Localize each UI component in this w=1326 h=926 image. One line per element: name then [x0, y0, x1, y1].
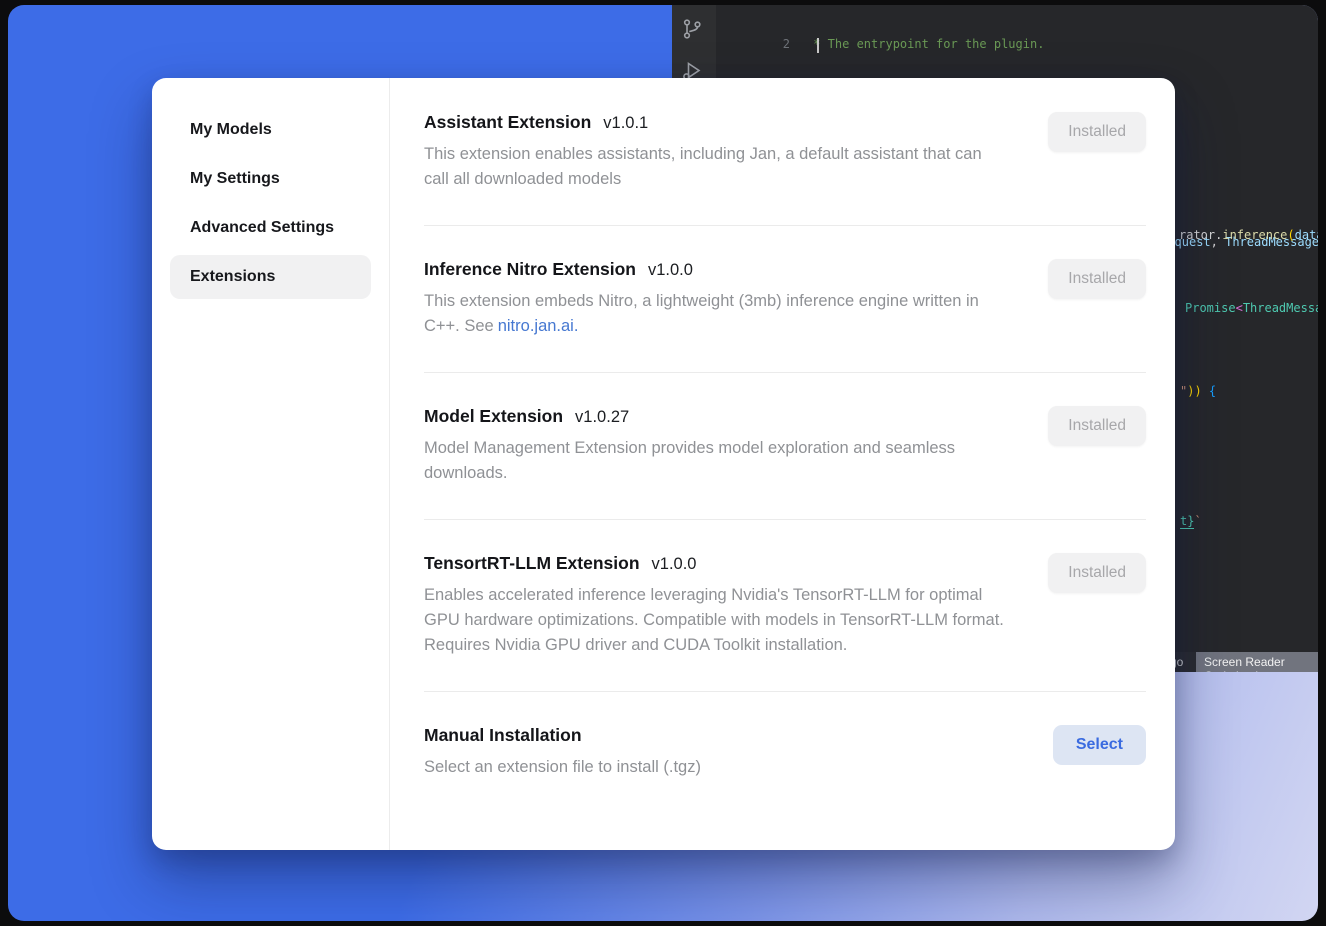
- extension-row-inference-nitro: Inference Nitro Extension v1.0.0 This ex…: [424, 226, 1146, 373]
- sidebar-item-advanced-settings[interactable]: Advanced Settings: [170, 206, 371, 250]
- sidebar-item-label: My Models: [190, 121, 272, 139]
- extension-title: TensortRT-LLM Extension: [424, 553, 640, 574]
- nitro-link[interactable]: nitro.jan.ai.: [498, 317, 579, 335]
- installed-button[interactable]: Installed: [1048, 553, 1146, 593]
- extension-description: This extension enables assistants, inclu…: [424, 142, 1004, 192]
- select-file-button[interactable]: Select: [1053, 725, 1146, 765]
- sidebar-item-my-models[interactable]: My Models: [170, 108, 371, 152]
- installed-button[interactable]: Installed: [1048, 259, 1146, 299]
- text-cursor: [817, 38, 819, 53]
- app-window: 2 * The entrypoint for the plugin. 3 */ …: [8, 5, 1318, 921]
- sidebar-item-label: Advanced Settings: [190, 219, 334, 237]
- extension-description: This extension embeds Nitro, a lightweig…: [424, 289, 999, 339]
- settings-modal: My Models My Settings Advanced Settings …: [152, 78, 1175, 850]
- extension-description: Model Management Extension provides mode…: [424, 436, 959, 486]
- extension-title: Assistant Extension: [424, 112, 591, 133]
- manual-installation-title: Manual Installation: [424, 725, 582, 746]
- code-fragment-template-end: t}`: [1180, 514, 1202, 528]
- sidebar-item-label: Extensions: [190, 268, 275, 286]
- sidebar-item-my-settings[interactable]: My Settings: [170, 157, 371, 201]
- extension-version: v1.0.0: [648, 261, 693, 280]
- settings-sidebar: My Models My Settings Advanced Settings …: [152, 78, 390, 850]
- code-fragment-braces: ")) {: [1180, 384, 1216, 398]
- sidebar-item-extensions[interactable]: Extensions: [170, 255, 371, 299]
- extensions-list: Assistant Extension v1.0.1 This extensio…: [390, 78, 1175, 850]
- installed-button[interactable]: Installed: [1048, 406, 1146, 446]
- extension-title: Inference Nitro Extension: [424, 259, 636, 280]
- extension-version: v1.0.1: [603, 114, 648, 133]
- code-fragment-inference: rator.inference(data));: [1179, 228, 1318, 242]
- installed-button[interactable]: Installed: [1048, 112, 1146, 152]
- sidebar-item-label: My Settings: [190, 170, 280, 188]
- screen-reader-badge[interactable]: Screen Reader Optimized: [1196, 652, 1318, 672]
- manual-installation-row: Manual Installation Select an extension …: [424, 692, 1146, 813]
- git-branch-icon[interactable]: [680, 17, 704, 41]
- extension-row-model: Model Extension v1.0.27 Model Management…: [424, 373, 1146, 520]
- extension-version: v1.0.27: [575, 408, 629, 427]
- extension-version: v1.0.0: [652, 555, 697, 574]
- line-number: 2: [716, 36, 806, 53]
- extension-row-tensorrt-llm: TensortRT-LLM Extension v1.0.0 Enables a…: [424, 520, 1146, 692]
- screenshot: 2 * The entrypoint for the plugin. 3 */ …: [0, 0, 1326, 926]
- extension-description: Enables accelerated inference leveraging…: [424, 583, 1004, 658]
- extension-row-assistant: Assistant Extension v1.0.1 This extensio…: [424, 112, 1146, 226]
- code-fragment-promise: Promise<ThreadMessage>: [1185, 301, 1318, 315]
- manual-installation-description: Select an extension file to install (.tg…: [424, 755, 701, 780]
- code-comment: * The entrypoint for the plugin.: [806, 37, 1044, 51]
- extension-title: Model Extension: [424, 406, 563, 427]
